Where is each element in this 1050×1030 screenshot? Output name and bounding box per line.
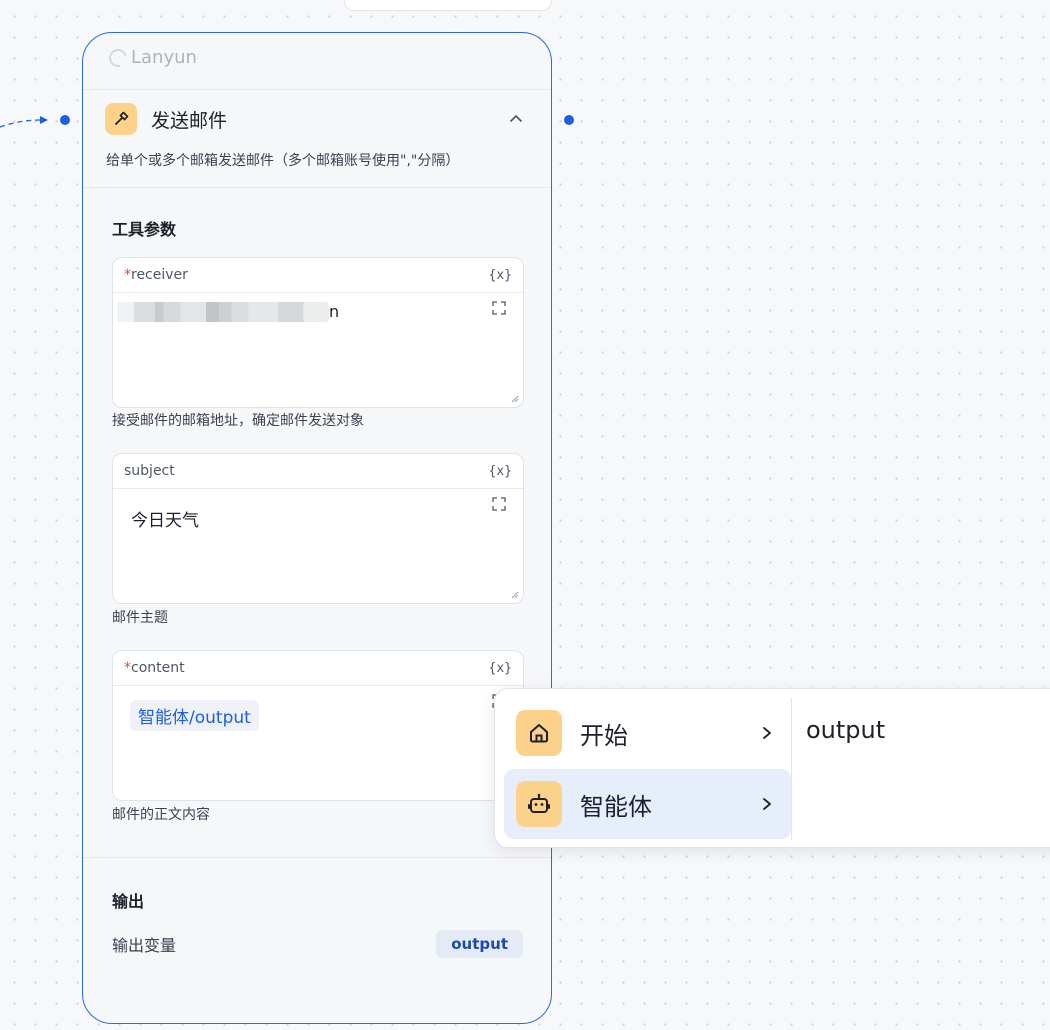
variable-picker-dropdown: 开始 智能体 output [494, 688, 1050, 848]
param-subject: subject {x} 今日天气 [112, 453, 524, 604]
menu-item-label: 智能体 [580, 792, 652, 821]
variable-icon[interactable]: {x} [489, 661, 512, 676]
param-label: subject [124, 463, 175, 479]
content-input[interactable]: 智能体/output [113, 685, 523, 800]
resize-grip-icon[interactable] [511, 591, 519, 599]
param-header: subject {x} [113, 454, 523, 489]
brand-logo-icon [105, 45, 131, 70]
menu-item-agent[interactable]: 智能体 [504, 769, 791, 839]
send-email-node[interactable]: Lanyun 发送邮件 给单个或多个邮箱发送邮件（多个邮箱账号使用","分隔） … [82, 32, 552, 1024]
brand-name: Lanyun [131, 47, 197, 68]
variable-chip[interactable]: 智能体/output [130, 700, 259, 731]
output-divider [83, 857, 551, 858]
node-title-row: 发送邮件 [105, 101, 529, 137]
node-title: 发送邮件 [151, 109, 228, 132]
param-help: 接受邮件的邮箱地址，确定邮件发送对象 [112, 413, 364, 429]
description-divider [83, 187, 551, 188]
tool-params-title: 工具参数 [112, 220, 177, 239]
variable-icon[interactable]: {x} [489, 268, 512, 283]
menu-item-start[interactable]: 开始 [504, 698, 791, 768]
output-label: 输出变量 [112, 936, 177, 955]
redacted-email [117, 302, 329, 322]
input-handle[interactable] [60, 115, 70, 125]
variable-icon[interactable]: {x} [489, 464, 512, 479]
output-handle[interactable] [564, 115, 574, 125]
param-header: * content {x} [113, 651, 523, 686]
menu-separator [791, 698, 792, 840]
output-badge: output [436, 930, 523, 958]
required-mark: * [124, 267, 131, 283]
subject-value: 今日天气 [131, 511, 199, 531]
param-label: content [131, 660, 185, 676]
output-title: 输出 [112, 892, 145, 911]
param-receiver: * receiver {x} n [112, 257, 524, 408]
home-icon [516, 710, 562, 756]
node-description: 给单个或多个邮箱发送邮件（多个邮箱账号使用","分隔） [106, 153, 460, 169]
chevron-right-icon [763, 798, 771, 810]
param-label: receiver [131, 267, 188, 283]
param-header: * receiver {x} [113, 258, 523, 293]
hammer-icon [105, 103, 137, 135]
robot-icon [516, 781, 562, 827]
output-variable-row: 输出变量 output [112, 929, 523, 959]
receiver-input[interactable]: n [113, 292, 523, 407]
menu-item-label: 开始 [580, 721, 628, 750]
chevron-right-icon [763, 727, 771, 739]
param-content: * content {x} 智能体/output [112, 650, 524, 801]
param-help: 邮件主题 [112, 610, 168, 626]
required-mark: * [124, 660, 131, 676]
resize-grip-icon[interactable] [511, 395, 519, 403]
node-brand: Lanyun [105, 45, 197, 70]
subject-input[interactable]: 今日天气 [113, 488, 523, 603]
header-divider [83, 89, 551, 90]
param-help: 邮件的正文内容 [112, 807, 210, 823]
chevron-up-icon[interactable] [509, 112, 523, 126]
receiver-value: n [329, 302, 340, 321]
upstream-node-stub[interactable] [344, 0, 552, 11]
sub-option-output[interactable]: output [806, 716, 885, 744]
